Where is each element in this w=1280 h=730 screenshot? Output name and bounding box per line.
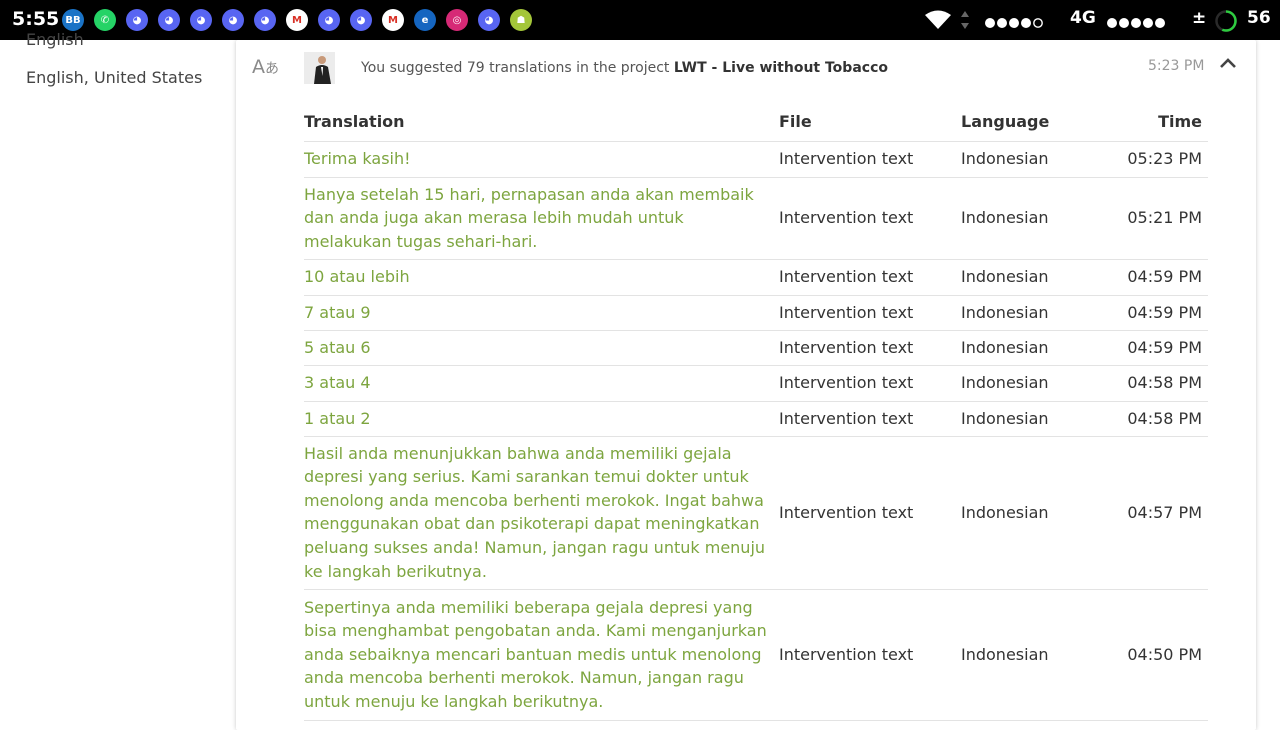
translation-link[interactable]: 5 atau 6 (304, 336, 772, 360)
time-cell: 04:59 PM (1127, 267, 1202, 287)
avatar (304, 52, 335, 84)
discord-icon: ◕ (222, 9, 244, 31)
file-cell: Intervention text (779, 267, 914, 287)
column-header-language: Language (961, 112, 1050, 131)
file-cell: Intervention text (779, 149, 914, 169)
language-cell: Indonesian (961, 208, 1049, 228)
time-cell: 05:23 PM (1127, 149, 1202, 169)
activity-time: 5:23 PM (1148, 58, 1205, 74)
status-time: 5:55 (12, 8, 60, 30)
sidebar-item-english-us[interactable]: English, United States (26, 68, 202, 87)
battery-level: 56 (1247, 8, 1271, 28)
translation-link[interactable]: 10 atau lebih (304, 265, 772, 289)
data-arrows-icon (960, 10, 970, 34)
time-cell: 04:57 PM (1127, 502, 1202, 522)
translation-link[interactable]: 7 atau 9 (304, 301, 772, 325)
time-cell: 05:21 PM (1127, 208, 1202, 228)
table-row: 7 atau 9 Intervention text Indonesian 04:59… (304, 295, 1208, 330)
activity-card: Aあ You suggested 79 translations in the … (236, 40, 1256, 730)
file-cell: Intervention text (779, 644, 914, 664)
table-row: 1 atau 2 Intervention text Indonesian 04:58… (304, 401, 1208, 436)
language-cell: Indonesian (961, 337, 1049, 357)
whatsapp-icon: ✆ (94, 9, 116, 31)
signal-dots-icon (1106, 14, 1168, 33)
language-cell: Indonesian (961, 373, 1049, 393)
language-sidebar: English English, United States (0, 30, 230, 720)
table-row: Hanya setelah 15 hari, pernapasan anda a… (304, 177, 1208, 259)
status-bar: 5:55 BB ✆ ◕ ◕ ◕ ◕ ◕ M ◕ ◕ Me ◎ ◕ ☗ 4G ± 56 (0, 0, 1280, 40)
table-row: Terima kasih! Intervention text Indonesian… (304, 141, 1208, 177)
language-cell: Indonesian (961, 644, 1049, 664)
translation-link[interactable]: Sepertinya anda memiliki beberapa gejala… (304, 596, 772, 714)
page: English English, United States Aあ You su… (0, 30, 1280, 730)
table-row: 5 atau 6 Intervention text Indonesian 04:59… (304, 330, 1208, 365)
discord-icon: ◕ (318, 9, 340, 31)
time-cell: 04:50 PM (1127, 644, 1202, 664)
signal-dots-icon (984, 14, 1046, 33)
activity-headline: You suggested 79 translations in the pro… (361, 60, 888, 76)
blackberry-icon: BB (62, 9, 84, 31)
discord-icon: ◕ (158, 9, 180, 31)
translation-link[interactable]: Hanya setelah 15 hari, pernapasan anda a… (304, 183, 772, 254)
translation-link[interactable]: Terima kasih! (304, 147, 772, 171)
gmail-icon: M (286, 9, 308, 31)
language-cell: Indonesian (961, 408, 1049, 428)
discord-icon: ◕ (350, 9, 372, 31)
instagram-icon: ◎ (446, 9, 468, 31)
time-cell: 04:59 PM (1127, 337, 1202, 357)
discord-icon: ◕ (126, 9, 148, 31)
translation-link[interactable]: 3 atau 4 (304, 371, 772, 395)
file-cell: Intervention text (779, 373, 914, 393)
column-header-translation: Translation (304, 112, 405, 131)
file-cell: Intervention text (779, 337, 914, 357)
translate-icon: Aあ (252, 56, 279, 78)
language-cell: Indonesian (961, 149, 1049, 169)
column-header-file: File (779, 112, 812, 131)
time-cell: 04:59 PM (1127, 302, 1202, 322)
discord-icon: ◕ (190, 9, 212, 31)
browser-icon: e (414, 9, 436, 31)
android-icon: ☗ (510, 9, 532, 31)
language-cell: Indonesian (961, 502, 1049, 522)
collapse-chevron-icon[interactable] (1218, 54, 1238, 78)
sidebar-item-english[interactable]: English (26, 30, 84, 49)
file-cell: Intervention text (779, 208, 914, 228)
row-divider (304, 720, 1208, 721)
language-cell: Indonesian (961, 302, 1049, 322)
file-cell: Intervention text (779, 302, 914, 322)
language-cell: Indonesian (961, 267, 1049, 287)
discord-icon: ◕ (254, 9, 276, 31)
column-header-time: Time (1158, 112, 1202, 131)
table-row: Sepertinya anda memiliki beberapa gejala… (304, 589, 1208, 720)
translation-link[interactable]: Hasil anda menunjukkan bahwa anda memili… (304, 442, 772, 584)
wifi-icon (924, 10, 952, 34)
data-indicator: ± (1192, 8, 1207, 28)
table-row: 3 atau 4 Intervention text Indonesian 04:58… (304, 365, 1208, 401)
battery-ring-icon (1214, 9, 1238, 37)
translation-link[interactable]: 1 atau 2 (304, 407, 772, 431)
project-name[interactable]: LWT - Live without Tobacco (674, 60, 888, 76)
table-row: 10 atau lebih Intervention text Indonesian… (304, 259, 1208, 295)
network-type: 4G (1070, 8, 1096, 28)
gmail-icon: M (382, 9, 404, 31)
discord-icon: ◕ (478, 9, 500, 31)
file-cell: Intervention text (779, 408, 914, 428)
table-row: Hasil anda menunjukkan bahwa anda memili… (304, 436, 1208, 589)
time-cell: 04:58 PM (1127, 373, 1202, 393)
file-cell: Intervention text (779, 502, 914, 522)
time-cell: 04:58 PM (1127, 408, 1202, 428)
